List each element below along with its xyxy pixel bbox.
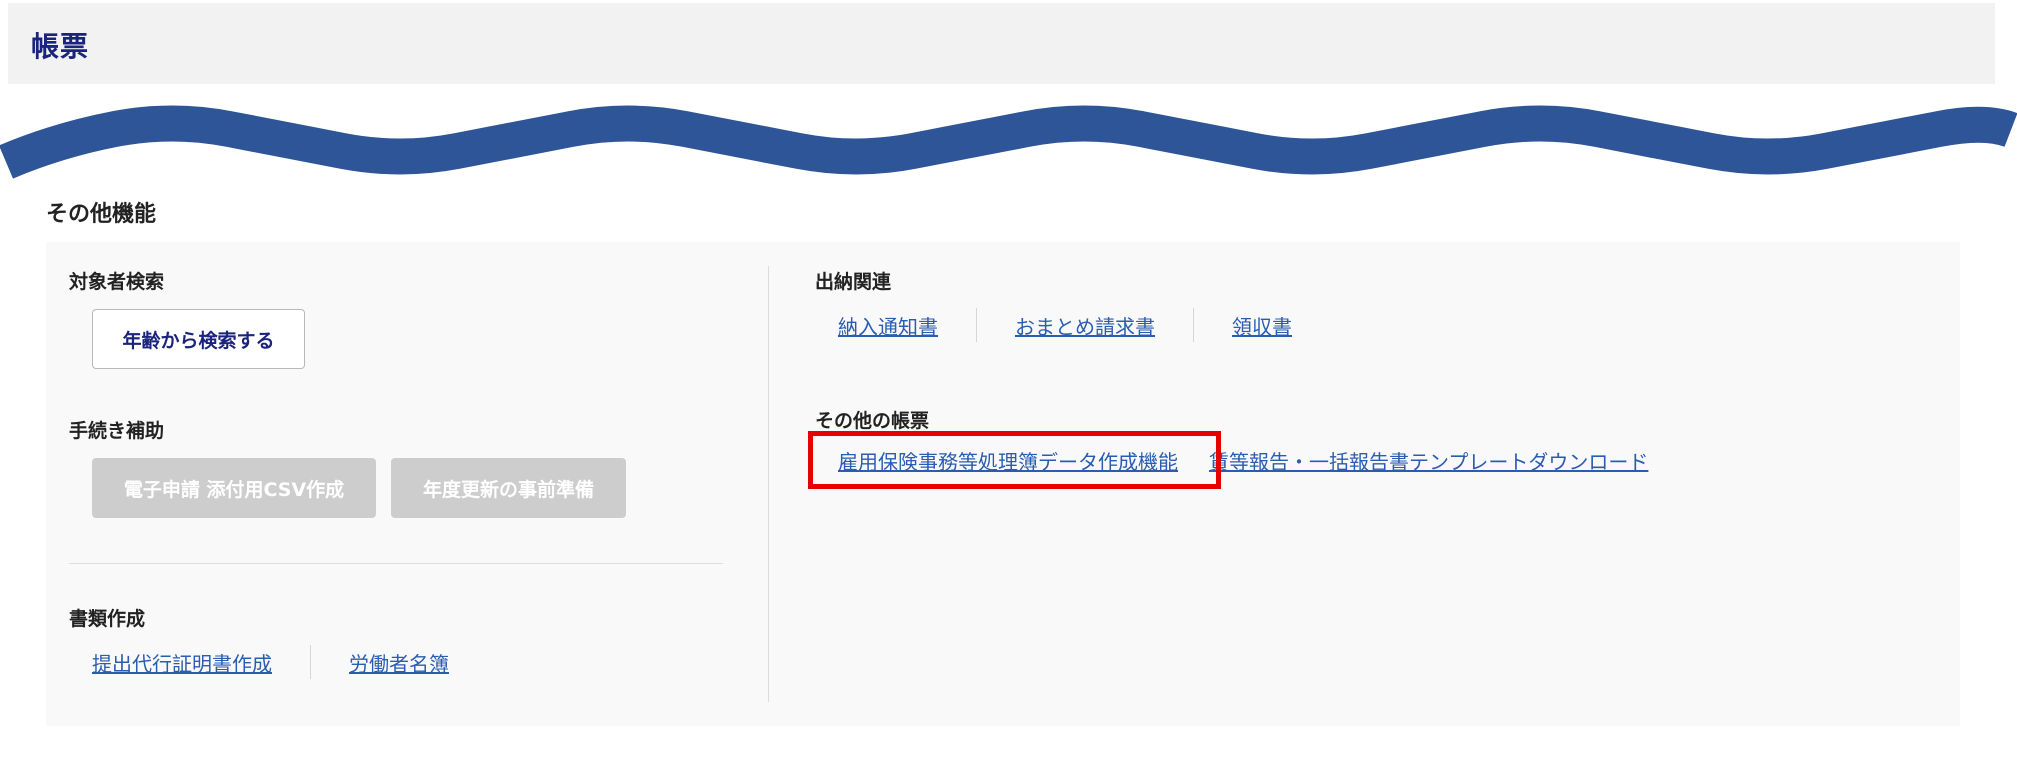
page-title: 帳票 <box>31 30 90 63</box>
payment-notice-link[interactable]: 納入通知書 <box>838 311 938 340</box>
column-divider <box>768 266 769 702</box>
age-search-button[interactable]: 年齢から検索する <box>92 309 305 369</box>
payments-group-title: 出納関連 <box>815 271 892 293</box>
wave-divider <box>0 105 2017 179</box>
section-title: その他機能 <box>46 202 157 227</box>
link-separator <box>976 308 977 342</box>
receipt-link[interactable]: 領収書 <box>1232 311 1292 340</box>
documents-group-title: 書類作成 <box>69 608 146 630</box>
highlight-box <box>808 431 1221 489</box>
left-divider <box>69 563 723 564</box>
proxy-certificate-link[interactable]: 提出代行証明書作成 <box>92 648 272 677</box>
annual-renewal-prep-button[interactable]: 年度更新の事前準備 <box>391 458 626 518</box>
consolidated-invoice-link[interactable]: おまとめ請求書 <box>1015 311 1155 340</box>
search-group-title: 対象者検索 <box>69 271 165 293</box>
page-header: 帳票 <box>8 3 1995 84</box>
link-separator <box>1193 308 1194 342</box>
link-separator <box>310 645 311 679</box>
payments-link-row: 納入通知書 おまとめ請求書 領収書 <box>838 308 1292 342</box>
documents-link-row: 提出代行証明書作成 労働者名簿 <box>92 645 449 679</box>
other-forms-group-title: その他の帳票 <box>815 410 930 432</box>
procedure-group-title: 手続き補助 <box>69 420 165 442</box>
worker-roster-link[interactable]: 労働者名簿 <box>349 648 449 677</box>
report-template-download-link[interactable]: 賃等報告・一括報告書テンプレートダウンロード <box>1209 446 1648 475</box>
csv-create-button[interactable]: 電子申請 添付用CSV作成 <box>92 458 376 518</box>
